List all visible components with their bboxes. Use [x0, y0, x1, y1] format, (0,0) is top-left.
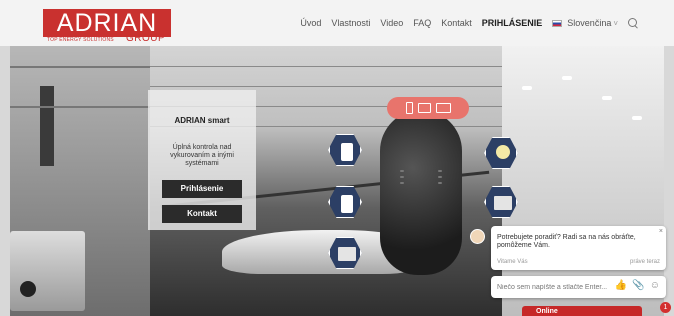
nav-kontakt[interactable]: Kontakt: [441, 18, 472, 28]
fireplace-glyph: [494, 196, 512, 210]
roof-line: [150, 86, 502, 87]
emoji-icon[interactable]: ☺: [650, 280, 660, 291]
chat-message-bubble: Potrebujete poradiť? Radi sa na nás obrá…: [491, 226, 666, 270]
roof-beam: [10, 66, 150, 68]
heater-unit: [40, 86, 54, 166]
main-nav: Úvod Vlastnosti Video FAQ Kontakt PRIHLÁ…: [300, 18, 638, 28]
nav-uvod[interactable]: Úvod: [300, 18, 321, 28]
notification-badge: 1: [660, 302, 671, 313]
grill-slot: [400, 170, 404, 172]
nav-prihlasenie[interactable]: PRIHLÁSENIE: [482, 18, 543, 28]
control-panel-glyph: [338, 247, 356, 261]
ceiling-light: [632, 116, 642, 120]
monitor-icon[interactable]: [435, 103, 451, 113]
roof-line: [150, 66, 502, 67]
chat-online-tab[interactable]: Online: [522, 306, 642, 316]
site-header: ADRIAN TOP ENERGY SOLUTIONS GROUP Úvod V…: [0, 0, 674, 46]
attachment-icon[interactable]: 📎: [632, 280, 644, 291]
chevron-down-icon: ˅: [613, 18, 618, 28]
phone-icon[interactable]: [405, 102, 413, 114]
chat-agent-avatar: [470, 229, 485, 244]
chat-input-bar: 👍 📎 ☺: [491, 276, 666, 298]
thumb-up-icon[interactable]: 👍: [615, 280, 627, 291]
hero-photo-garage: [10, 46, 150, 316]
product-card: ADRIAN smart Úplná kontrola nad vykurova…: [148, 90, 256, 230]
close-icon[interactable]: ×: [659, 228, 663, 235]
truck-image: [10, 231, 85, 311]
heater-device-image: [380, 110, 462, 275]
nav-vlastnosti[interactable]: Vlastnosti: [331, 18, 370, 28]
contact-button[interactable]: Kontakt: [162, 205, 242, 223]
grill-slot: [438, 176, 442, 178]
ceiling-light: [562, 76, 572, 80]
product-title: ADRIAN smart: [174, 116, 230, 125]
login-button[interactable]: Prihlásenie: [162, 180, 242, 198]
grill-slot: [400, 176, 404, 178]
device-switcher: [387, 97, 469, 119]
slovak-flag-icon: [552, 19, 563, 27]
grill-slot: [438, 170, 442, 172]
roof-beam: [10, 106, 150, 108]
language-label: Slovenčina: [567, 18, 612, 28]
search-icon[interactable]: [628, 18, 638, 28]
logo-group: GROUP: [126, 33, 166, 44]
grill-slot: [438, 182, 442, 184]
bulb-glyph: [496, 145, 510, 159]
chat-timestamp: práve teraz: [629, 259, 660, 265]
boiler-glyph: [341, 195, 353, 213]
logo-tagline: TOP ENERGY SOLUTIONS: [47, 37, 114, 43]
chat-message-text: Potrebujete poradiť? Radi sa na nás obrá…: [497, 234, 636, 249]
tablet-icon[interactable]: [417, 103, 431, 113]
ceiling-light: [522, 86, 532, 90]
grill-slot: [400, 182, 404, 184]
thermostat-glyph: [341, 143, 353, 161]
chat-tools: 👍 📎 ☺: [615, 280, 660, 291]
chat-input[interactable]: [497, 281, 609, 293]
language-selector[interactable]: Slovenčina ˅: [552, 18, 618, 28]
nav-faq[interactable]: FAQ: [413, 18, 431, 28]
product-description: Úplná kontrola nad vykurovaním a inými s…: [170, 144, 234, 167]
chat-sender: Vitame Vás: [497, 259, 528, 265]
nav-video[interactable]: Video: [380, 18, 403, 28]
ceiling-light: [602, 96, 612, 100]
